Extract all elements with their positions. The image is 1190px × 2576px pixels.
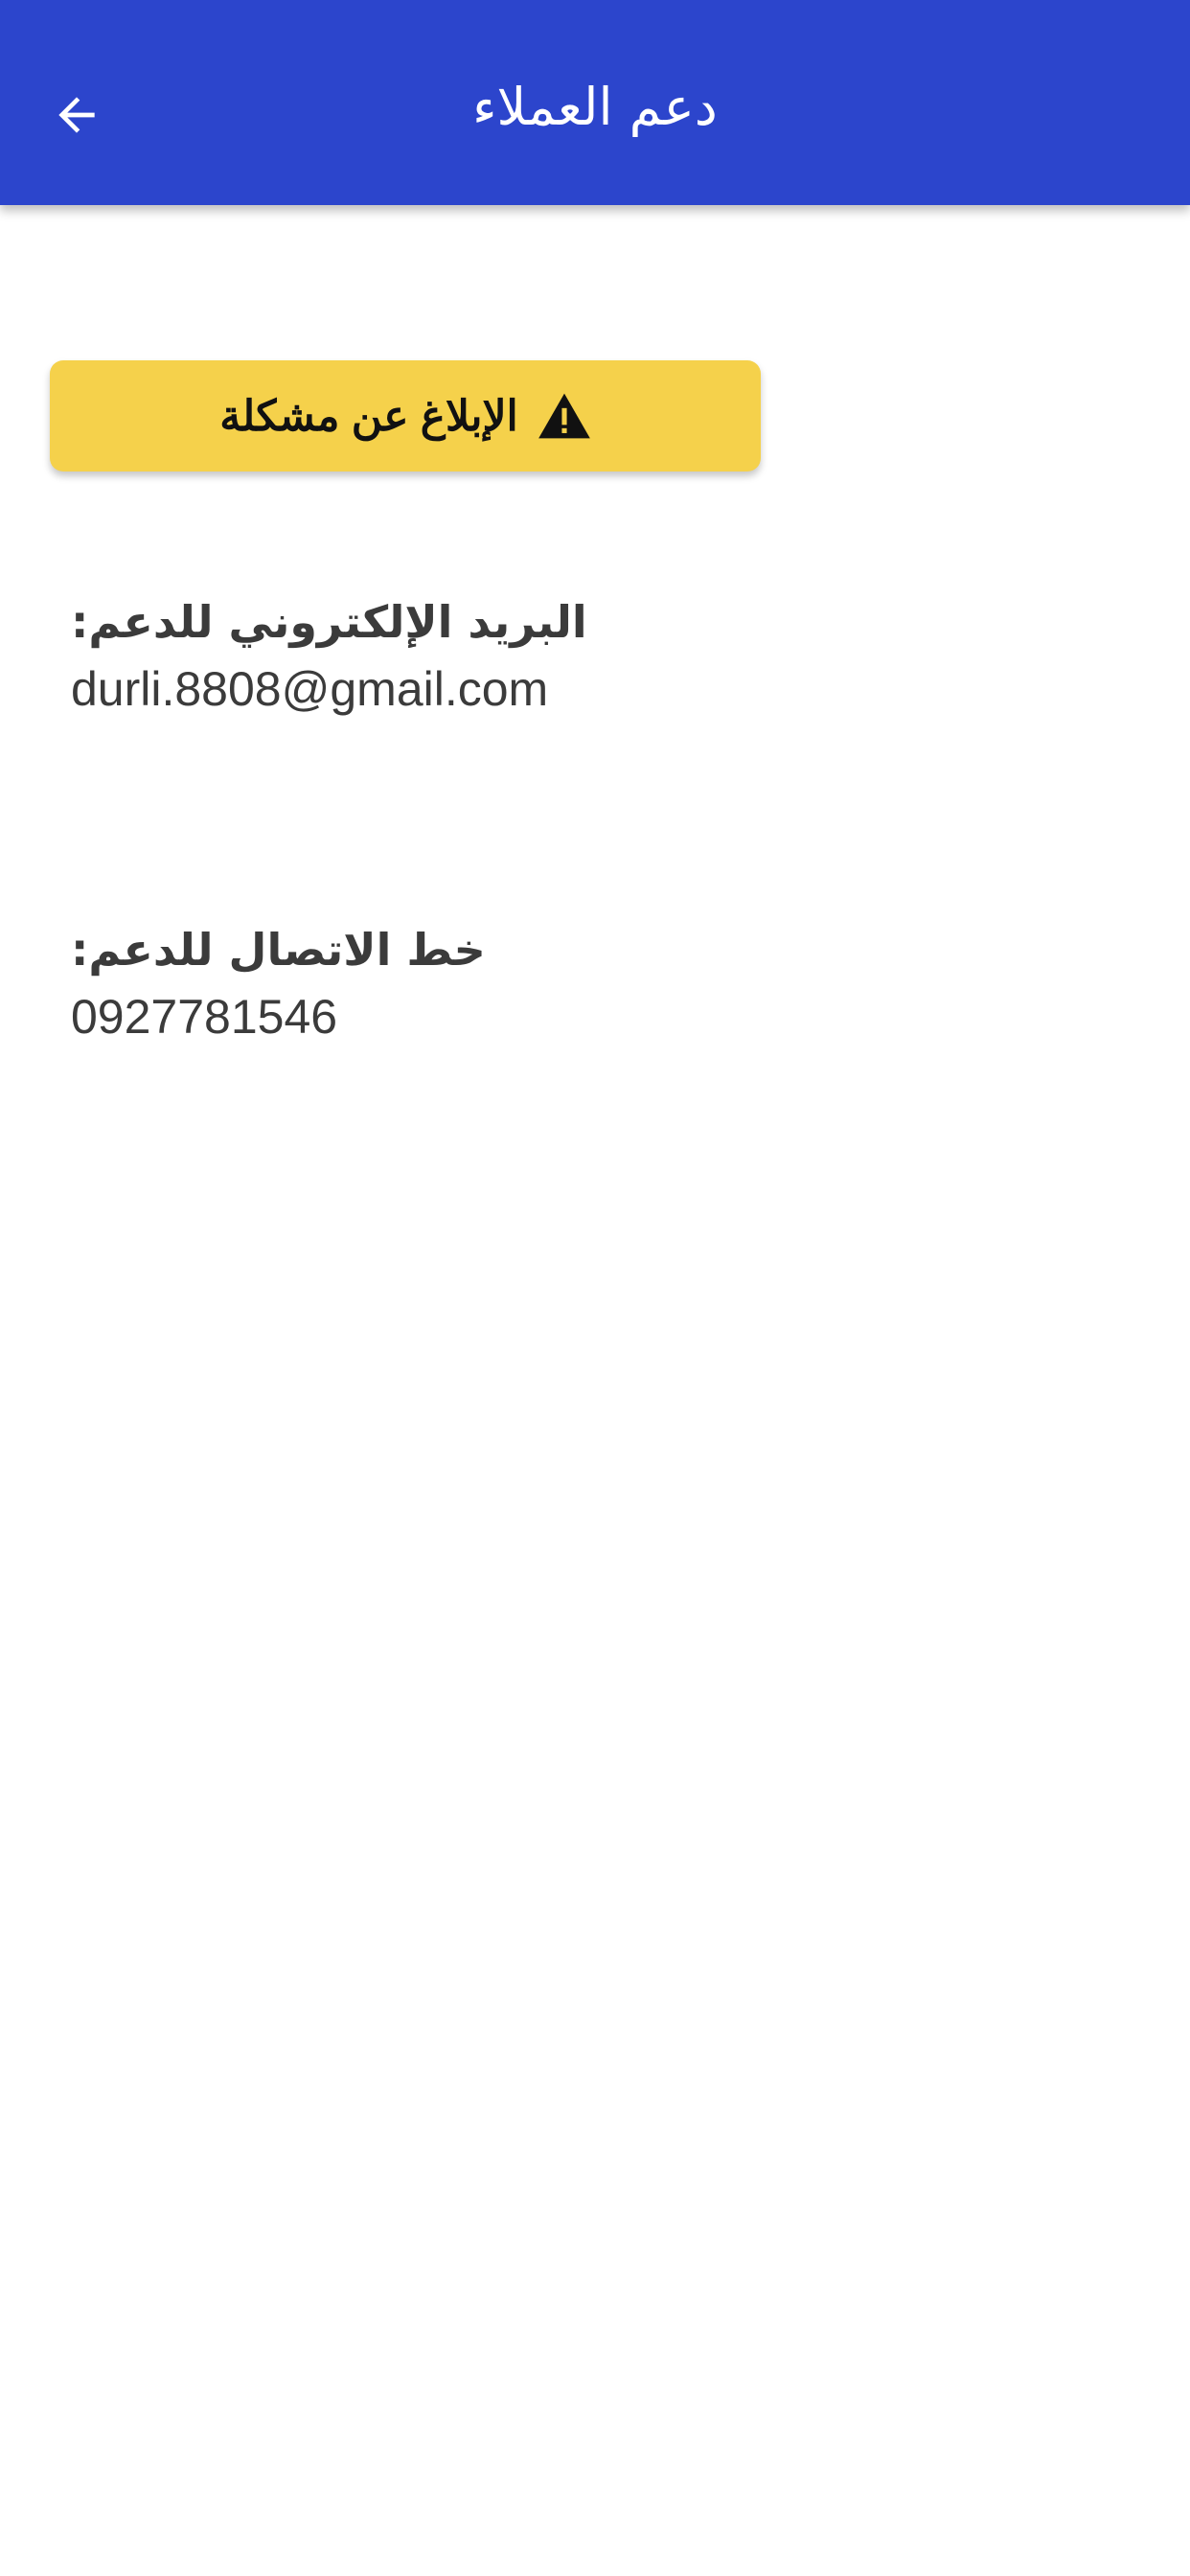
support-email-label: البريد الإلكتروني للدعم: [71,596,587,648]
back-button[interactable] [38,79,115,155]
warning-icon [538,391,591,441]
support-email-value[interactable]: durli.8808@gmail.com [71,655,587,724]
support-phone-label: خط الاتصال للدعم: [71,924,486,976]
support-phone-section: خط الاتصال للدعم: 0927781546 [71,917,486,1051]
report-problem-button[interactable]: الإبلاغ عن مشكلة [50,360,761,472]
report-problem-label: الإبلاغ عن مشكلة [219,392,518,440]
support-phone-value[interactable]: 0927781546 [71,982,486,1051]
page-title: دعم العملاء [472,76,718,137]
arrow-left-icon [50,88,103,146]
support-email-section: البريد الإلكتروني للدعم: durli.8808@gmai… [71,589,587,724]
app-bar: دعم العملاء [0,0,1190,205]
